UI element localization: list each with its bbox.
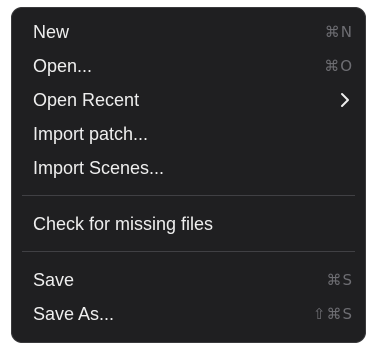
menu-item-open-recent[interactable]: Open Recent [11, 83, 366, 117]
menu-item-label: Open... [33, 56, 93, 76]
shortcut-label: ⌘S [326, 271, 353, 289]
screen: New ⌘N Open... ⌘O Open Recent Import pat… [0, 0, 371, 350]
menu-item-label: Check for missing files [33, 214, 214, 234]
menu-item-label: Save [33, 270, 75, 290]
menu-item-check-missing-files[interactable]: Check for missing files [11, 207, 366, 241]
menu-item-label: Import patch... [33, 124, 149, 144]
menu-item-label: Import Scenes... [33, 158, 165, 178]
menu-separator [22, 195, 355, 196]
file-menu: New ⌘N Open... ⌘O Open Recent Import pat… [11, 7, 366, 343]
menu-separator [22, 251, 355, 252]
shortcut-label: ⇧⌘S [312, 305, 353, 323]
menu-item-save[interactable]: Save ⌘S [11, 263, 366, 297]
menu-item-new[interactable]: New ⌘N [11, 15, 366, 49]
menu-item-open[interactable]: Open... ⌘O [11, 49, 366, 83]
shortcut-label: ⌘N [324, 23, 353, 41]
menu-item-save-as[interactable]: Save As... ⇧⌘S [11, 297, 366, 331]
chevron-right-icon [337, 92, 353, 108]
menu-item-label: Save As... [33, 304, 115, 324]
menu-item-label: New [33, 22, 70, 42]
menu-item-import-patch[interactable]: Import patch... [11, 117, 366, 151]
menu-item-label: Open Recent [33, 90, 140, 110]
shortcut-label: ⌘O [324, 57, 353, 75]
menu-item-import-scenes[interactable]: Import Scenes... [11, 151, 366, 185]
